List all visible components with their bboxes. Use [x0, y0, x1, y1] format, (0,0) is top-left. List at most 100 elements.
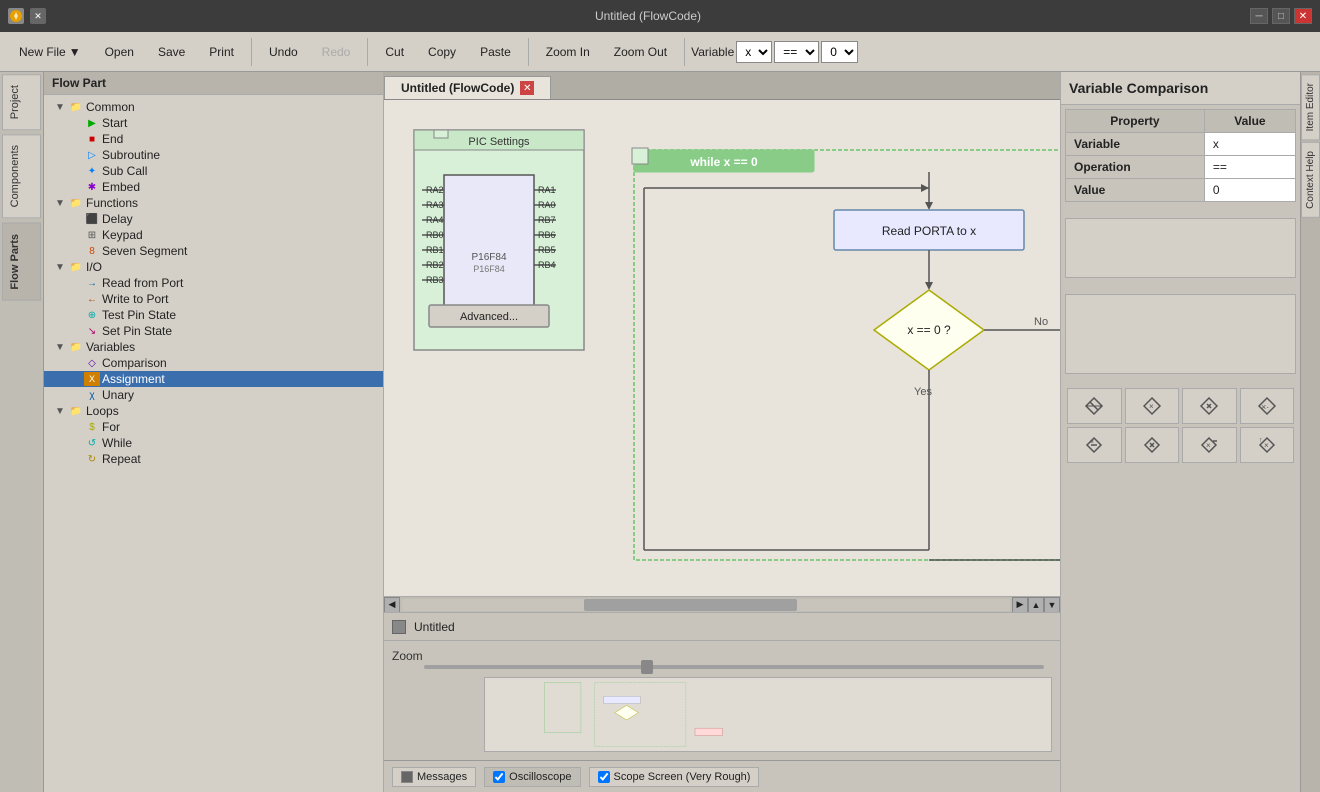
variable-select[interactable]: x — [736, 41, 772, 63]
svg-text:RA0: RA0 — [538, 200, 556, 210]
compare-value-select[interactable]: 0 — [821, 41, 858, 63]
read-from-port-icon: → — [84, 276, 100, 290]
tree-item-test-pin-state[interactable]: ⊕ Test Pin State — [44, 307, 383, 323]
svg-text:RB5: RB5 — [538, 245, 556, 255]
icon-btn-5[interactable]: × — [1067, 427, 1122, 463]
tree-item-while[interactable]: ↺ While — [44, 435, 383, 451]
tree-item-end[interactable]: ■ End — [44, 131, 383, 147]
svg-text:×: × — [1149, 402, 1154, 411]
tree-item-repeat[interactable]: ↻ Repeat — [44, 451, 383, 467]
open-button[interactable]: Open — [94, 40, 145, 64]
close-btn[interactable]: ✕ — [1294, 8, 1312, 24]
expander-variables: ▼ — [52, 342, 68, 353]
tab-messages[interactable]: Messages — [392, 767, 476, 787]
undo-button[interactable]: Undo — [258, 40, 309, 64]
zoom-slider-track[interactable] — [424, 665, 1044, 669]
canvas-footer-label: Untitled — [414, 620, 455, 634]
pin-icon[interactable]: ✕ — [30, 8, 46, 24]
icon-btn-3[interactable] — [1182, 388, 1237, 424]
prop-row-value: Value 0 — [1066, 179, 1296, 202]
right-empty-box-2 — [1065, 294, 1296, 374]
expander-common: ▼ — [52, 102, 68, 113]
canvas-tab-untitled[interactable]: Untitled (FlowCode) ✕ — [384, 76, 551, 99]
folder-icon-io: 📁 — [68, 260, 84, 274]
tree-item-read-from-port[interactable]: → Read from Port — [44, 275, 383, 291]
svg-text:RB3: RB3 — [426, 275, 444, 285]
scroll-down-btn[interactable]: ▼ — [1044, 597, 1060, 613]
window-title: Untitled (FlowCode) — [595, 9, 701, 23]
operator-select[interactable]: == != < > — [774, 41, 819, 63]
item-keypad-label: Keypad — [102, 228, 143, 242]
tree-category-variables[interactable]: ▼ 📁 Variables — [44, 339, 383, 355]
sidebar-tab-components[interactable]: Components — [2, 134, 41, 218]
icon-btn-2[interactable]: × — [1125, 388, 1180, 424]
category-functions-label: Functions — [86, 196, 138, 210]
sidebar-tab-project[interactable]: Project — [2, 74, 41, 130]
tab-oscilloscope[interactable]: Oscilloscope — [484, 767, 580, 787]
while-icon: ↺ — [84, 436, 100, 450]
zoom-in-button[interactable]: Zoom In — [535, 40, 601, 64]
tree-category-io[interactable]: ▼ 📁 I/O — [44, 259, 383, 275]
svg-text:Advanced...: Advanced... — [460, 311, 518, 323]
item-for-label: For — [102, 420, 120, 434]
prop-operation-val: == — [1204, 156, 1295, 179]
svg-text:x == 0 ?: x == 0 ? — [907, 323, 951, 337]
icon-btn-8[interactable]: ↑ × — [1240, 427, 1295, 463]
paste-button[interactable]: Paste — [469, 40, 522, 64]
canvas-scrollbar-h[interactable]: ◀ ▶ ▲ ▼ — [384, 596, 1060, 612]
expander-io: ▼ — [52, 262, 68, 273]
item-comparison-label: Comparison — [102, 356, 167, 370]
tree-category-common[interactable]: ▼ 📁 Common — [44, 99, 383, 115]
tree-category-functions[interactable]: ▼ 📁 Functions — [44, 195, 383, 211]
tab-scope-screen[interactable]: Scope Screen (Very Rough) — [589, 767, 760, 787]
save-button[interactable]: Save — [147, 40, 196, 64]
footer-icon — [392, 620, 406, 634]
app-icon — [8, 8, 24, 24]
sidebar-tab-flow-parts[interactable]: Flow Parts — [2, 223, 41, 301]
scroll-right-btn[interactable]: ▶ — [1012, 597, 1028, 613]
zoom-slider-thumb[interactable] — [641, 660, 653, 674]
redo-button[interactable]: Redo — [311, 40, 362, 64]
tree-item-start[interactable]: ▶ Start — [44, 115, 383, 131]
prop-variable-name: Variable — [1066, 133, 1205, 156]
icon-btn-4[interactable]: ×· — [1240, 388, 1295, 424]
scope-checkbox[interactable] — [598, 771, 610, 783]
minimize-btn[interactable]: ─ — [1250, 8, 1268, 24]
variable-label: Variable — [691, 45, 734, 59]
tree-item-embed[interactable]: ✱ Embed — [44, 179, 383, 195]
canvas-workspace[interactable]: PIC Settings P16F84 P16F84 RA2 RA3 RA4 R… — [384, 100, 1060, 596]
tree-item-subroutine[interactable]: ▷ Subroutine — [44, 147, 383, 163]
item-set-pin-state-label: Set Pin State — [102, 324, 172, 338]
tree-item-keypad[interactable]: ⊞ Keypad — [44, 227, 383, 243]
properties-table: Property Value Variable x Operation == — [1065, 109, 1296, 202]
scroll-up-btn[interactable]: ▲ — [1028, 597, 1044, 613]
canvas-tab-close-btn[interactable]: ✕ — [520, 81, 534, 95]
tree-item-seven-segment[interactable]: 8 Seven Segment — [44, 243, 383, 259]
tree-item-write-to-port[interactable]: ← Write to Port — [44, 291, 383, 307]
new-file-button[interactable]: New File ▼ — [8, 40, 92, 64]
cut-button[interactable]: Cut — [374, 40, 415, 64]
tree-item-sub-call[interactable]: ✦ Sub Call — [44, 163, 383, 179]
icon-btn-6[interactable] — [1125, 427, 1180, 463]
tree-item-unary[interactable]: χ Unary — [44, 387, 383, 403]
icon-btn-7[interactable]: × — [1182, 427, 1237, 463]
tree-item-delay[interactable]: ⬛ Delay — [44, 211, 383, 227]
item-editor-tab[interactable]: Item Editor — [1301, 74, 1320, 140]
folder-icon-functions: 📁 — [68, 196, 84, 210]
tree-item-set-pin-state[interactable]: ↘ Set Pin State — [44, 323, 383, 339]
zoom-out-button[interactable]: Zoom Out — [603, 40, 678, 64]
print-button[interactable]: Print — [198, 40, 245, 64]
maximize-btn[interactable]: □ — [1272, 8, 1290, 24]
icon-btn-1[interactable] — [1067, 388, 1122, 424]
tree-item-for[interactable]: $ For — [44, 419, 383, 435]
tree-item-assignment[interactable]: X Assignment — [44, 371, 383, 387]
tree-category-loops[interactable]: ▼ 📁 Loops — [44, 403, 383, 419]
col-value: Value — [1204, 110, 1295, 133]
scroll-left-btn[interactable]: ◀ — [384, 597, 400, 613]
test-pin-state-icon: ⊕ — [84, 308, 100, 322]
tree-item-comparison[interactable]: ◇ Comparison — [44, 355, 383, 371]
item-start-label: Start — [102, 116, 127, 130]
context-help-tab[interactable]: Context Help — [1301, 142, 1320, 218]
oscilloscope-checkbox[interactable] — [493, 771, 505, 783]
copy-button[interactable]: Copy — [417, 40, 467, 64]
